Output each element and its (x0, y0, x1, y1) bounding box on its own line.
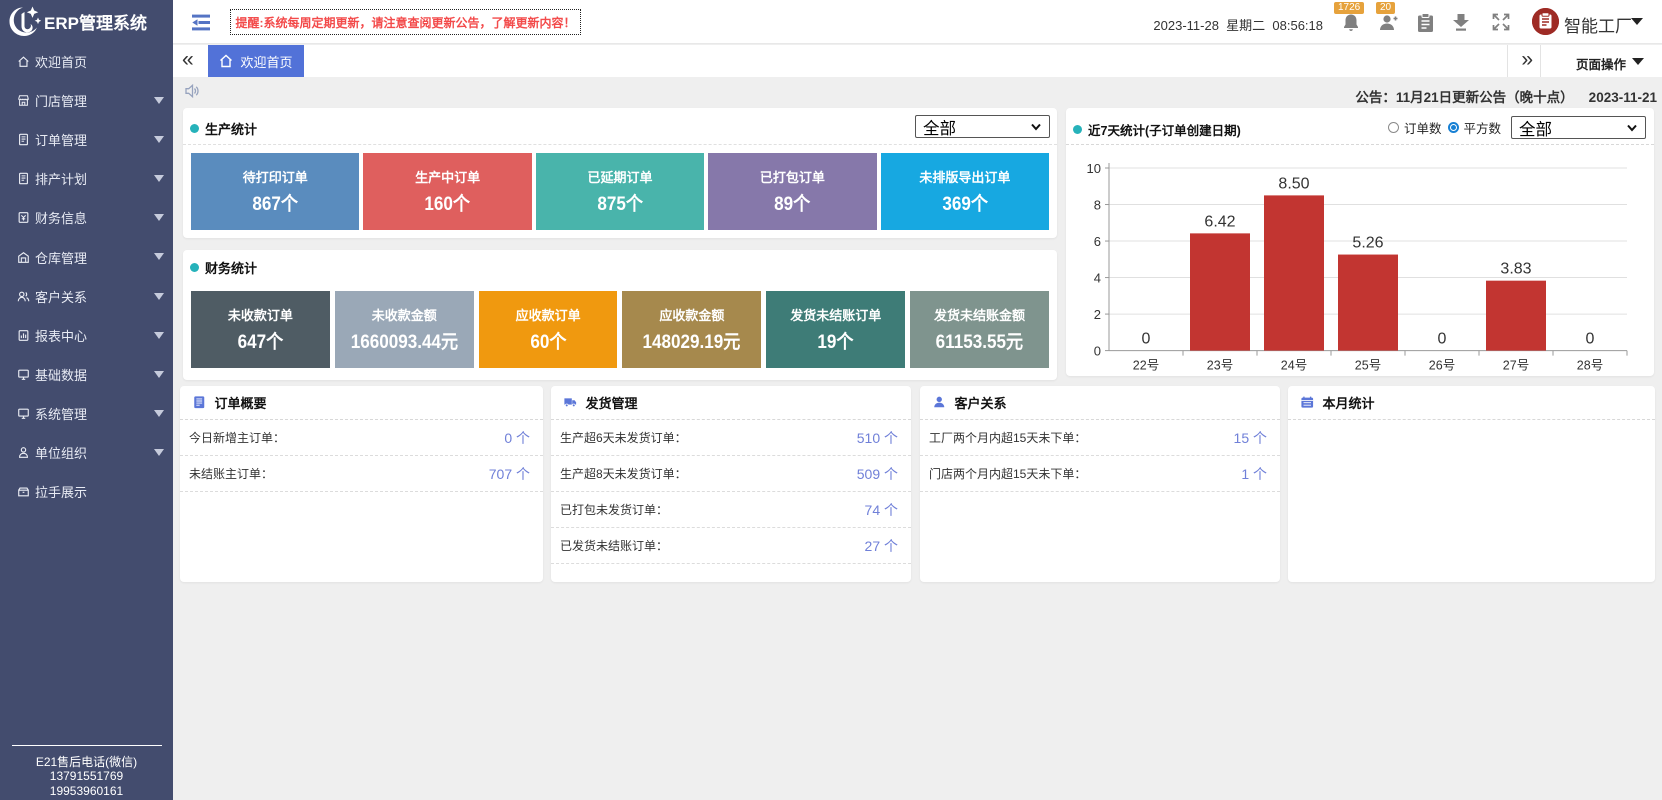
svg-text:10: 10 (1087, 161, 1101, 176)
svg-text:26号: 26号 (1429, 359, 1455, 373)
svg-text:22号: 22号 (1133, 359, 1159, 373)
svg-text:5.26: 5.26 (1352, 235, 1383, 252)
svg-text:0: 0 (1142, 331, 1151, 348)
svg-text:0: 0 (1586, 331, 1595, 348)
svg-text:24号: 24号 (1281, 359, 1307, 373)
svg-text:8.50: 8.50 (1278, 175, 1309, 192)
svg-text:28号: 28号 (1577, 359, 1603, 373)
svg-text:2: 2 (1094, 307, 1101, 322)
svg-text:25号: 25号 (1355, 359, 1381, 373)
svg-text:8: 8 (1094, 198, 1101, 213)
svg-text:4: 4 (1094, 271, 1101, 286)
svg-text:23号: 23号 (1207, 359, 1233, 373)
svg-text:0: 0 (1438, 331, 1447, 348)
svg-text:0: 0 (1094, 344, 1101, 359)
svg-text:6.42: 6.42 (1204, 213, 1235, 230)
svg-text:3.83: 3.83 (1500, 261, 1531, 278)
svg-text:27号: 27号 (1503, 359, 1529, 373)
svg-text:6: 6 (1094, 234, 1101, 249)
